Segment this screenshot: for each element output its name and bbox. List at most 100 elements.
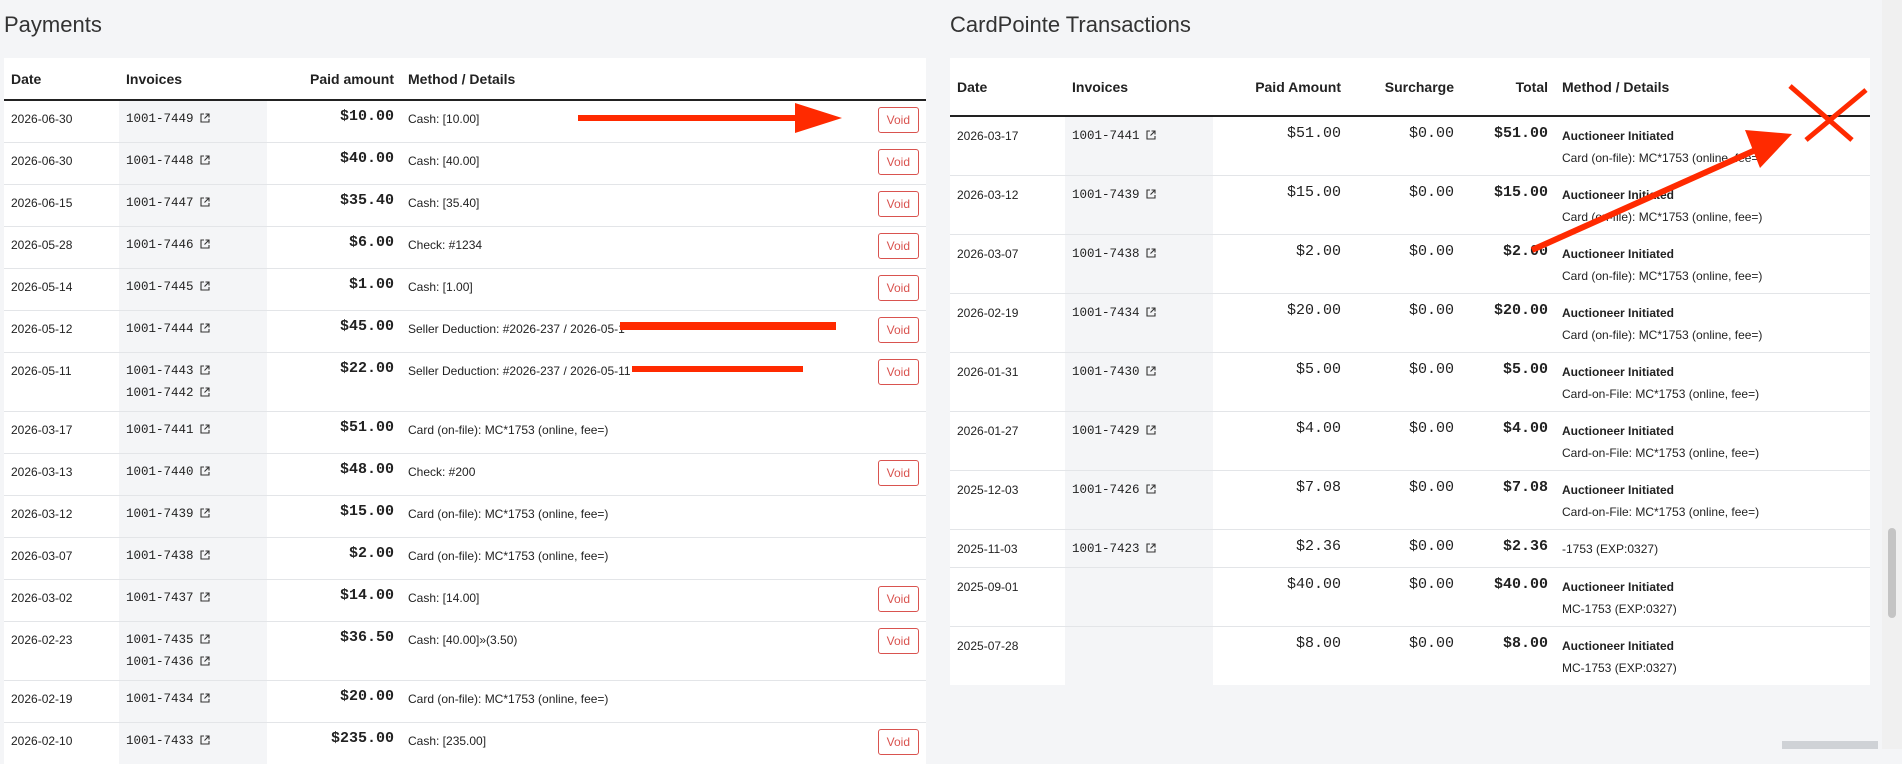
col-method: Method / Details [1555,58,1870,117]
invoice-link[interactable]: 1001-7435 [126,629,260,651]
actions-cell: Void [851,141,926,184]
invoice-link[interactable]: 1001-7441 [1072,125,1206,147]
void-button[interactable]: Void [877,316,919,343]
invoice-link[interactable]: 1001-7443 [126,360,260,382]
invoice-number: 1001-7441 [126,422,194,437]
col-actions [851,58,926,101]
void-button[interactable]: Void [877,728,919,755]
date-cell: 2025-12-03 [950,470,1065,530]
paid-amount-cell: $8.00 [1213,626,1348,685]
date-cell: 2026-06-15 [4,183,119,226]
void-button[interactable]: Void [877,627,919,654]
invoice-number: 1001-7440 [126,464,194,479]
invoice-link[interactable]: 1001-7442 [126,382,260,404]
table-row: 2026-03-07 1001-7438 $2.00 $0.00 $2.00 Auctio… [950,234,1870,294]
invoice-link[interactable]: 1001-7444 [126,318,260,340]
date-cell: 2026-05-11 [4,351,119,411]
method-title: Auctioneer Initiated [1562,365,1675,379]
method-cell: Cash: [1.00] [401,267,851,310]
invoices-cell: 1001-7438 [1065,234,1213,294]
date-cell: 2025-07-28 [950,626,1065,685]
external-link-icon [199,633,210,644]
date-cell: 2025-09-01 [950,567,1065,627]
invoice-link[interactable]: 1001-7438 [1072,243,1206,265]
cardpointe-title: CardPointe Transactions [950,12,1191,37]
actions-cell: Void [851,267,926,310]
invoice-link[interactable]: 1001-7439 [126,503,260,525]
paid-amount-cell: $51.00 [267,410,401,453]
method-cell: Auctioneer Initiated MC-1753 (EXP:0327) [1555,626,1870,685]
void-button[interactable]: Void [877,459,919,486]
actions-cell: Void [851,620,926,680]
date-cell: 2026-03-12 [950,175,1065,235]
invoice-link[interactable]: 1001-7448 [126,150,260,172]
surcharge-cell: $0.00 [1348,626,1461,685]
invoice-link[interactable]: 1001-7441 [126,419,260,441]
invoice-link[interactable]: 1001-7440 [126,461,260,483]
invoice-link[interactable]: 1001-7447 [126,192,260,214]
table-row: 2026-05-12 1001-7444 $45.00 Seller Deductio… [4,309,926,352]
method-cell: Auctioneer Initiated Card-on-File: MC*175… [1555,470,1870,530]
total-cell: $20.00 [1461,293,1555,353]
date-cell: 2026-06-30 [4,141,119,184]
void-button[interactable]: Void [877,358,919,385]
page-scrollbar[interactable] [1882,0,1902,749]
table-row: 2026-03-17 1001-7441 $51.00 Card (on-file):… [4,410,926,453]
invoice-link[interactable]: 1001-7434 [1072,302,1206,324]
col-method: Method / Details [401,58,851,101]
invoices-cell: 1001-7435 1001-7436 [119,620,267,680]
external-link-icon [1145,189,1156,199]
surcharge-cell: $0.00 [1348,411,1461,471]
invoice-link[interactable]: 1001-7438 [126,545,260,567]
surcharge-cell: $0.00 [1348,352,1461,412]
col-total: Total [1461,58,1555,117]
table-row: 2026-06-30 1001-7449 $10.00 Cash: [10.00] Vo… [4,100,926,142]
void-button[interactable]: Void [877,107,919,133]
method-cell: Check: #200 [401,452,851,495]
external-link-icon [199,113,210,123]
method-detail: Card (on-file): MC*1753 (online, fee=) [1562,210,1763,224]
void-button[interactable]: Void [877,232,919,259]
void-button[interactable]: Void [877,585,919,612]
horizontal-scroll-thumb[interactable] [1782,741,1878,749]
invoice-link[interactable]: 1001-7436 [126,651,260,673]
method-cell: -1753 (EXP:0327) [1555,529,1870,568]
paid-amount-cell: $20.00 [267,679,401,722]
invoice-link[interactable]: 1001-7434 [126,688,260,710]
invoice-link[interactable]: 1001-7439 [1072,184,1206,206]
invoice-link[interactable]: 1001-7429 [1072,420,1206,442]
table-row: 2026-03-12 1001-7439 $15.00 Card (on-file):… [4,494,926,537]
scrollbar-thumb[interactable] [1888,528,1896,618]
invoice-number: 1001-7439 [1072,188,1140,202]
paid-amount-cell: $1.00 [267,267,401,310]
void-button[interactable]: Void [877,274,919,301]
invoice-link[interactable]: 1001-7430 [1072,361,1206,383]
invoice-number: 1001-7438 [126,548,194,563]
paid-amount-cell: $14.00 [267,578,401,621]
method-detail: Card (on-file): MC*1753 (online, fee=) [1562,328,1763,342]
void-button[interactable]: Void [877,190,919,217]
actions-cell [851,410,926,453]
invoices-cell: 1001-7434 [1065,293,1213,353]
paid-amount-cell: $20.00 [1213,293,1348,353]
date-cell: 2026-03-17 [957,129,1019,143]
method-cell: Cash: [40.00] [401,141,851,184]
col-surcharge: Surcharge [1348,58,1461,117]
external-link-icon [199,734,210,745]
invoice-link[interactable]: 1001-7449 [126,108,260,130]
invoices-cell: 1001-7434 [119,679,267,722]
invoice-link[interactable]: 1001-7437 [126,587,260,609]
method-title: Auctioneer Initiated [1562,129,1675,143]
method-title: Auctioneer Initiated [1562,424,1675,438]
invoice-number: 1001-7430 [1072,365,1140,379]
invoice-link[interactable]: 1001-7433 [126,730,260,752]
table-row: 2026-06-15 1001-7447 $35.40 Cash: [35.40] Vo… [4,183,926,226]
external-link-icon [199,322,210,333]
void-button[interactable]: Void [877,148,919,175]
invoices-cell: 1001-7441 [119,410,267,453]
invoice-link[interactable]: 1001-7445 [126,276,260,298]
invoice-link[interactable]: 1001-7426 [1072,479,1206,501]
method-cell: Auctioneer Initiated Card (on-file): MC*1… [1555,293,1870,353]
invoice-link[interactable]: 1001-7446 [126,234,260,256]
invoice-link[interactable]: 1001-7423 [1072,538,1206,560]
